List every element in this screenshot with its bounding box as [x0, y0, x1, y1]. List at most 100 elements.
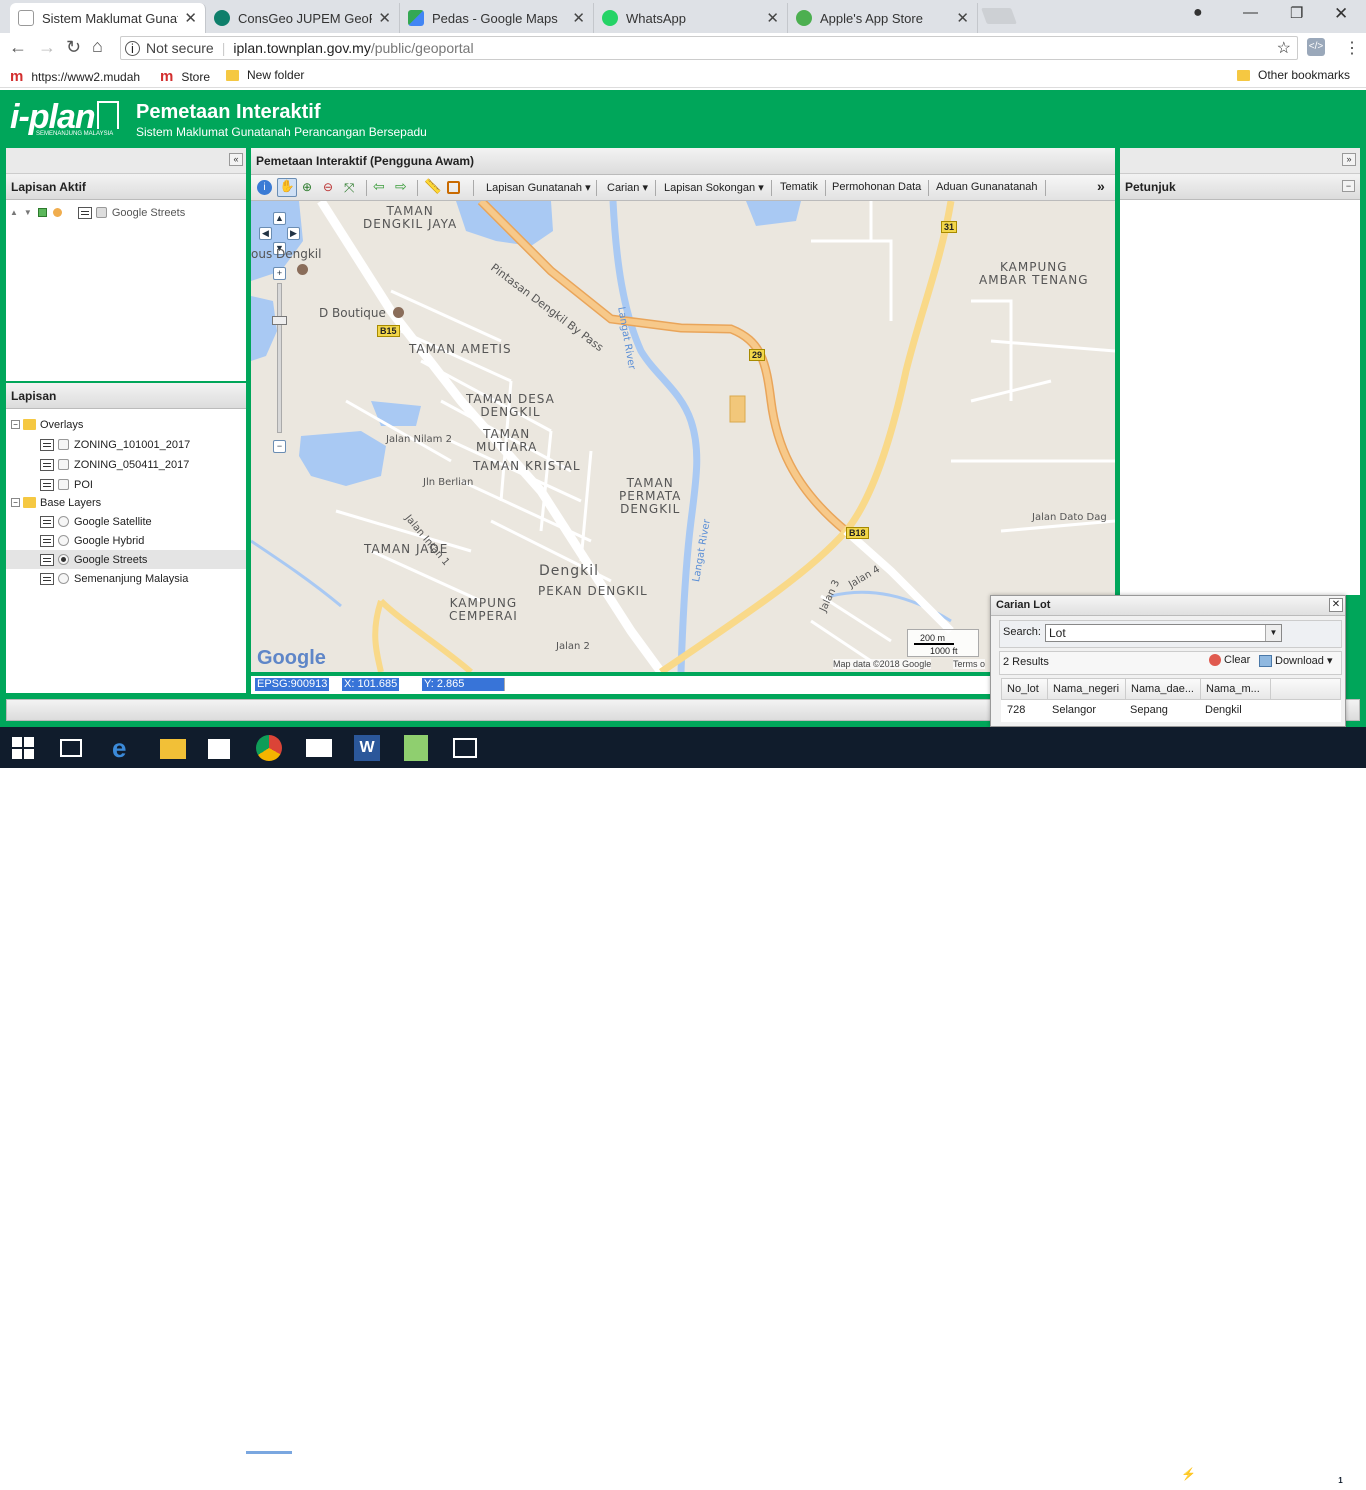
- bus-icon[interactable]: [297, 264, 308, 275]
- forward-button[interactable]: →: [38, 37, 56, 58]
- restore-button[interactable]: ❐: [1290, 4, 1303, 22]
- pan-up-button[interactable]: ▲: [273, 212, 286, 225]
- layer-radio[interactable]: [58, 535, 69, 546]
- edge-icon[interactable]: e: [112, 735, 138, 761]
- chevron-down-icon[interactable]: ▼: [1265, 625, 1281, 641]
- menu-lapisan-gunatanah[interactable]: Lapisan Gunatanah ▾: [486, 181, 591, 194]
- other-bookmarks[interactable]: Other bookmarks: [1237, 68, 1350, 82]
- column-header[interactable]: Nama_m...: [1206, 683, 1260, 695]
- download-button[interactable]: Download ▾: [1259, 654, 1333, 667]
- tab-google-maps[interactable]: Pedas - Google Maps ✕: [400, 3, 594, 33]
- collapse-left-button[interactable]: «: [229, 153, 243, 166]
- layer-zoning-050411[interactable]: ZONING_050411_2017: [40, 455, 246, 474]
- close-icon[interactable]: ✕: [766, 9, 779, 27]
- layer-radio[interactable]: [58, 554, 69, 565]
- measure-area-icon[interactable]: [447, 181, 460, 194]
- reload-button[interactable]: ↻: [66, 37, 81, 58]
- chrome-icon[interactable]: [256, 735, 282, 761]
- layer-poi[interactable]: POI: [40, 475, 246, 494]
- layer-google-hybrid[interactable]: Google Hybrid: [40, 531, 246, 550]
- chevron-up-icon[interactable]: ⌃: [1157, 1466, 1167, 1480]
- mail-icon[interactable]: [306, 739, 332, 757]
- tab-app-store[interactable]: Apple's App Store ✕: [788, 3, 978, 33]
- volume-icon[interactable]: ♪: [1230, 1466, 1237, 1481]
- layer-semenanjung[interactable]: Semenanjung Malaysia: [40, 569, 246, 588]
- menu-aduan-gunanatanah[interactable]: Aduan Gunanatanah: [936, 181, 1038, 193]
- new-tab-button[interactable]: [981, 8, 1017, 24]
- toolbar-more-button[interactable]: »: [1097, 178, 1105, 194]
- home-button[interactable]: ⌂: [92, 36, 103, 57]
- layer-radio[interactable]: [58, 573, 69, 584]
- layer-checkbox[interactable]: [58, 459, 69, 470]
- window-close-button[interactable]: ✕: [1334, 4, 1348, 24]
- monitor-icon[interactable]: ▭: [1206, 1467, 1217, 1481]
- store-icon[interactable]: [208, 739, 230, 759]
- collapse-right-button[interactable]: »: [1342, 153, 1356, 166]
- previous-extent-icon[interactable]: ⇦: [373, 178, 388, 194]
- zoom-in-icon[interactable]: ⊕: [302, 180, 317, 195]
- next-extent-icon[interactable]: ⇨: [395, 178, 410, 194]
- layer-checkbox[interactable]: [58, 479, 69, 490]
- layer-checkbox[interactable]: [58, 439, 69, 450]
- menu-tematik[interactable]: Tematik: [780, 181, 818, 193]
- group-overlays[interactable]: − Overlays: [11, 415, 246, 434]
- layer-google-streets[interactable]: Google Streets: [6, 550, 246, 569]
- group-base-layers[interactable]: − Base Layers: [11, 493, 246, 512]
- zoom-slider-handle[interactable]: [272, 316, 287, 325]
- close-icon[interactable]: ✕: [378, 9, 391, 27]
- search-combobox[interactable]: Lot ▼: [1045, 624, 1282, 642]
- map-canvas[interactable]: ▲ ◀ ▶ ▼ + − TAMAN DENGKIL JAYA KAMPUNG A…: [251, 201, 1115, 672]
- zoom-out-icon[interactable]: ⊖: [323, 180, 338, 195]
- clear-button[interactable]: Clear: [1209, 654, 1250, 666]
- up-arrow-icon[interactable]: ▲: [10, 208, 18, 217]
- pan-left-button[interactable]: ◀: [259, 227, 272, 240]
- menu-permohonan-data[interactable]: Permohonan Data: [832, 181, 921, 193]
- zoom-in-button[interactable]: +: [273, 267, 286, 280]
- close-icon[interactable]: ✕: [572, 9, 585, 27]
- measure-distance-icon[interactable]: 📏: [424, 178, 441, 194]
- tab-sistem-maklumat[interactable]: Sistem Maklumat Gunata ✕: [10, 3, 206, 33]
- menu-carian[interactable]: Carian ▾: [607, 181, 648, 194]
- task-view-icon[interactable]: [60, 739, 82, 757]
- info-icon[interactable]: i: [257, 180, 272, 195]
- photos-icon[interactable]: [453, 738, 477, 758]
- layer-visible-icon[interactable]: [37, 208, 47, 217]
- bookmark-mudah[interactable]: m https://www2.mudah: [10, 68, 140, 85]
- column-header[interactable]: No_lot: [1007, 683, 1039, 695]
- iplan-app-icon[interactable]: [404, 735, 428, 761]
- lot-parcel[interactable]: [729, 395, 746, 423]
- layer-checkbox[interactable]: [95, 207, 107, 218]
- bookmark-new-folder[interactable]: New folder: [226, 68, 304, 82]
- layer-zoning-2017[interactable]: ZONING_101001_2017: [40, 435, 246, 454]
- layer-google-satellite[interactable]: Google Satellite: [40, 512, 246, 531]
- profile-icon[interactable]: ●: [1193, 4, 1203, 22]
- menu-lapisan-sokongan[interactable]: Lapisan Sokongan ▾: [664, 181, 764, 194]
- bookmark-store[interactable]: m Store: [160, 68, 210, 85]
- active-layer-row[interactable]: ▲ ▼ Google Streets: [10, 203, 246, 222]
- pan-right-button[interactable]: ▶: [287, 227, 300, 240]
- bookmark-star-icon[interactable]: ☆: [1277, 38, 1291, 58]
- minimize-button[interactable]: —: [1243, 4, 1258, 21]
- network-icon[interactable]: ⚡: [1181, 1467, 1196, 1481]
- terms-link[interactable]: Terms o: [953, 659, 986, 669]
- pan-hand-icon[interactable]: ✋: [277, 178, 297, 197]
- info-icon[interactable]: i: [125, 40, 140, 56]
- tab-consgeo[interactable]: ConsGeo JUPEM GeoPort ✕: [206, 3, 400, 33]
- collapse-icon[interactable]: −: [11, 498, 20, 507]
- close-icon[interactable]: ✕: [1329, 598, 1343, 612]
- column-header[interactable]: Nama_dae...: [1131, 683, 1194, 695]
- word-icon[interactable]: W: [354, 735, 380, 761]
- layer-opacity-icon[interactable]: [52, 208, 62, 217]
- windows-start-icon[interactable]: [12, 737, 34, 759]
- collapse-icon[interactable]: −: [11, 420, 20, 429]
- clock-date[interactable]: 3/25/2018: [1252, 1476, 1310, 1490]
- file-explorer-icon[interactable]: [160, 739, 186, 759]
- down-arrow-icon[interactable]: ▼: [24, 208, 32, 217]
- close-icon[interactable]: ✕: [956, 9, 969, 27]
- table-row[interactable]: 728 Selangor Sepang Dengkil: [1001, 700, 1341, 722]
- tab-whatsapp[interactable]: WhatsApp ✕: [594, 3, 788, 33]
- zoom-out-button[interactable]: −: [273, 440, 286, 453]
- address-bar[interactable]: i Not secure | iplan.townplan.gov.my /pu…: [120, 36, 1298, 60]
- people-icon[interactable]: ♙: [1121, 1466, 1134, 1483]
- zoom-slider-track[interactable]: [277, 283, 282, 433]
